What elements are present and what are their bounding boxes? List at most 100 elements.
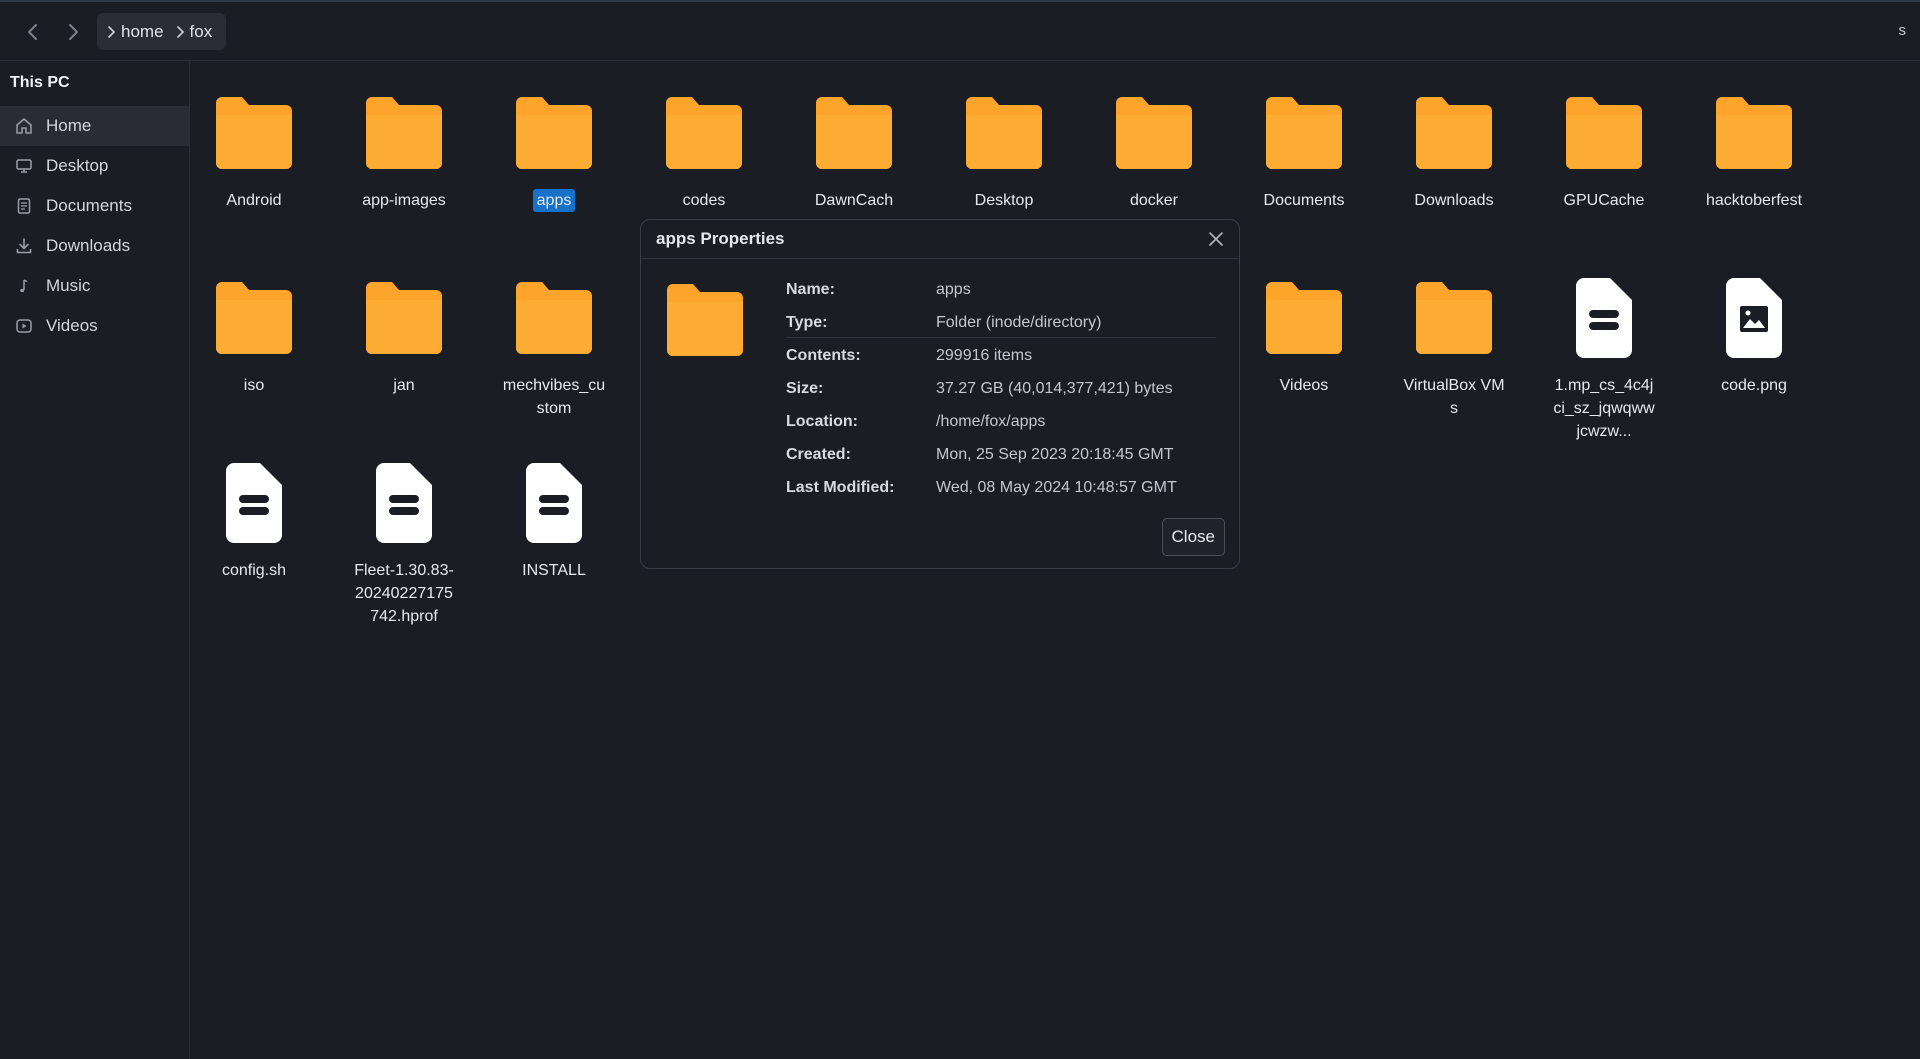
file-icon xyxy=(504,453,604,553)
folder-item[interactable]: app-images xyxy=(339,83,469,212)
video-icon xyxy=(14,316,34,336)
folder-item[interactable]: jan xyxy=(339,268,469,397)
file-item[interactable]: Fleet-1.30.83-20240227175742.hprof xyxy=(339,453,469,628)
folder-item[interactable]: Videos xyxy=(1239,268,1369,397)
properties-dialog: apps Properties Name: apps Type: Folder … xyxy=(640,219,1240,569)
sidebar-item-label: Videos xyxy=(46,316,98,335)
folder-icon xyxy=(354,83,454,183)
file-item[interactable]: config.sh xyxy=(189,453,319,582)
breadcrumb-item-home[interactable]: home xyxy=(107,22,164,42)
folder-icon xyxy=(804,83,904,183)
file-label: mechvibes_custom xyxy=(502,377,606,417)
folder-item[interactable]: GPUCache xyxy=(1539,83,1669,212)
prop-value: Folder (inode/directory) xyxy=(936,314,1102,331)
sidebar-item-desktop[interactable]: Desktop xyxy=(0,146,189,186)
sidebar-item-label: Music xyxy=(46,276,91,295)
file-label: 1.mp_cs_4c4jci_sz_jqwqwwjcwzw... xyxy=(1553,377,1655,440)
folder-item[interactable]: Desktop xyxy=(939,83,1069,212)
prop-key: Created: xyxy=(786,446,851,463)
prop-row-type: Type: Folder (inode/directory) xyxy=(786,314,1216,338)
folder-item[interactable]: mechvibes_custom xyxy=(489,268,619,420)
file-item[interactable]: INSTALL xyxy=(489,453,619,582)
top-bar: home fox s xyxy=(0,0,1920,61)
sidebar-item-downloads[interactable]: Downloads xyxy=(0,226,189,266)
prop-key: Name: xyxy=(786,281,835,298)
prop-key: Location: xyxy=(786,413,858,430)
close-button[interactable]: Close xyxy=(1161,518,1225,556)
file-label: Videos xyxy=(1279,377,1329,394)
file-label: apps xyxy=(532,189,576,212)
home-icon xyxy=(14,116,34,136)
sidebar-item-label: Home xyxy=(46,116,92,135)
sidebar-item-label: Downloads xyxy=(46,236,131,255)
folder-item[interactable]: DawnCach xyxy=(789,83,919,212)
close-icon xyxy=(1209,232,1223,246)
folder-icon xyxy=(504,83,604,183)
chevron-right-icon xyxy=(108,25,115,38)
folder-item[interactable]: iso xyxy=(189,268,319,397)
file-label: app-images xyxy=(362,192,446,209)
file-label: config.sh xyxy=(221,562,287,579)
folder-item[interactable]: Android xyxy=(189,83,319,212)
prop-key: Last Modified: xyxy=(786,479,895,496)
file-label: Downloads xyxy=(1414,192,1494,209)
back-button[interactable] xyxy=(17,16,49,48)
chevron-right-icon xyxy=(69,24,78,40)
sidebar-item-home[interactable]: Home xyxy=(0,106,189,146)
prop-row-name: Name: apps xyxy=(786,281,1216,305)
folder-item[interactable]: docker xyxy=(1089,83,1219,212)
sidebar-item-music[interactable]: Music xyxy=(0,266,189,306)
folder-item[interactable]: Documents xyxy=(1239,83,1369,212)
prop-value: 37.27 GB (40,014,377,421) bytes xyxy=(936,380,1173,397)
file-label: hacktoberfest xyxy=(1705,192,1803,209)
dialog-close-button[interactable] xyxy=(1205,228,1227,250)
folder-item[interactable]: Downloads xyxy=(1389,83,1519,212)
folder-item[interactable]: hacktoberfest xyxy=(1689,83,1819,212)
sidebar-item-label: Documents xyxy=(46,196,132,215)
folder-icon xyxy=(1404,83,1504,183)
music-note-icon xyxy=(14,276,34,296)
file-icon xyxy=(354,453,454,553)
file-label: Desktop xyxy=(974,192,1034,209)
file-label: VirtualBox VMs xyxy=(1403,377,1505,417)
sidebar-item-label: Desktop xyxy=(46,156,109,175)
folder-item-selected[interactable]: apps xyxy=(489,83,619,212)
prop-value: Mon, 25 Sep 2023 20:18:45 GMT xyxy=(936,446,1174,463)
dialog-title: apps Properties xyxy=(641,220,1239,259)
folder-icon xyxy=(1254,83,1354,183)
prop-row-last-modified: Last Modified: Wed, 08 May 2024 10:48:57… xyxy=(786,479,1216,503)
folder-icon xyxy=(204,83,304,183)
prop-row-contents: Contents: 299916 items xyxy=(786,347,1216,371)
folder-icon xyxy=(663,278,747,362)
breadcrumb-item-fox[interactable]: fox xyxy=(176,22,212,42)
file-item[interactable]: 1.mp_cs_4c4jci_sz_jqwqwwjcwzw... xyxy=(1539,268,1669,443)
file-label: Fleet-1.30.83-20240227175742.hprof xyxy=(354,562,454,625)
sidebar-item-documents[interactable]: Documents xyxy=(0,186,189,226)
folder-item[interactable]: codes xyxy=(639,83,769,212)
folder-icon xyxy=(1554,83,1654,183)
file-label: Documents xyxy=(1263,192,1345,209)
folder-item[interactable]: VirtualBox VMs xyxy=(1389,268,1519,420)
breadcrumb-label: home xyxy=(121,21,164,41)
file-icon xyxy=(204,453,304,553)
file-icon xyxy=(1554,268,1654,368)
folder-icon xyxy=(504,268,604,368)
prop-value: 299916 items xyxy=(936,347,1033,364)
prop-value: Wed, 08 May 2024 10:48:57 GMT xyxy=(936,479,1177,496)
prop-key: Size: xyxy=(786,380,824,397)
file-label: docker xyxy=(1129,192,1179,209)
folder-icon xyxy=(1254,268,1354,368)
file-label: DawnCach xyxy=(814,192,894,209)
file-label: code.png xyxy=(1721,377,1787,394)
file-label: jan xyxy=(393,377,415,394)
image-file-item[interactable]: code.png xyxy=(1689,268,1819,397)
folder-icon xyxy=(654,83,754,183)
file-label: Android xyxy=(226,192,282,209)
document-icon xyxy=(14,196,34,216)
forward-button[interactable] xyxy=(57,16,89,48)
download-icon xyxy=(14,236,34,256)
prop-row-created: Created: Mon, 25 Sep 2023 20:18:45 GMT xyxy=(786,446,1216,470)
prop-row-size: Size: 37.27 GB (40,014,377,421) bytes xyxy=(786,380,1216,404)
folder-icon xyxy=(354,268,454,368)
sidebar-item-videos[interactable]: Videos xyxy=(0,306,189,346)
